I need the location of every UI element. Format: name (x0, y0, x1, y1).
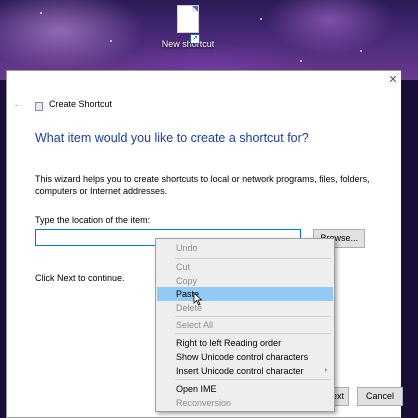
menu-item-insert-unicode-label: Insert Unicode control character (176, 366, 304, 376)
shortcut-arrow-icon: ↗ (190, 34, 200, 44)
file-icon: ↗ (178, 6, 200, 44)
shortcut-title-icon (35, 102, 43, 111)
menu-item-rtl-reading-order[interactable]: Right to left Reading order (157, 336, 333, 350)
window-title: Create Shortcut (49, 99, 113, 109)
menu-item-delete[interactable]: Delete (157, 301, 333, 315)
wallpaper-star (360, 50, 362, 52)
menu-separator (175, 258, 331, 259)
menu-separator (175, 379, 331, 380)
menu-item-reconversion[interactable]: Reconversion (157, 396, 333, 410)
menu-item-insert-unicode[interactable]: Insert Unicode control character › (157, 364, 333, 378)
menu-item-copy[interactable]: Copy (157, 274, 333, 288)
wallpaper-star (110, 40, 112, 42)
wallpaper-star (40, 12, 42, 14)
menu-item-undo[interactable]: Undo (157, 241, 333, 255)
location-label: Type the location of the item: (35, 215, 151, 225)
menu-item-cut[interactable]: Cut (157, 260, 333, 274)
wizard-heading: What item would you like to create a sho… (35, 131, 309, 145)
close-icon[interactable]: ✕ (387, 73, 399, 87)
desktop-shortcut-label: New shortcut (161, 39, 215, 49)
mouse-pointer-icon (193, 292, 203, 306)
menu-separator (175, 333, 331, 334)
menu-item-show-unicode[interactable]: Show Unicode control characters (157, 350, 333, 364)
menu-item-select-all[interactable]: Select All (157, 318, 333, 332)
desktop-shortcut-icon[interactable]: ↗ New shortcut (158, 6, 218, 49)
wallpaper-star (300, 60, 302, 62)
back-arrow-icon[interactable]: ← (13, 98, 24, 110)
menu-item-open-ime[interactable]: Open IME (157, 382, 333, 396)
context-menu: Undo Cut Copy Paste Delete Select All Ri… (155, 238, 335, 412)
cancel-button[interactable]: Cancel (357, 387, 403, 406)
menu-separator (175, 316, 331, 317)
menu-item-paste[interactable]: Paste (157, 287, 333, 301)
next-hint-text: Click Next to continue. (35, 273, 125, 283)
wallpaper-star (260, 18, 262, 20)
wizard-description: This wizard helps you to create shortcut… (35, 174, 370, 196)
chevron-right-icon: › (324, 367, 327, 374)
